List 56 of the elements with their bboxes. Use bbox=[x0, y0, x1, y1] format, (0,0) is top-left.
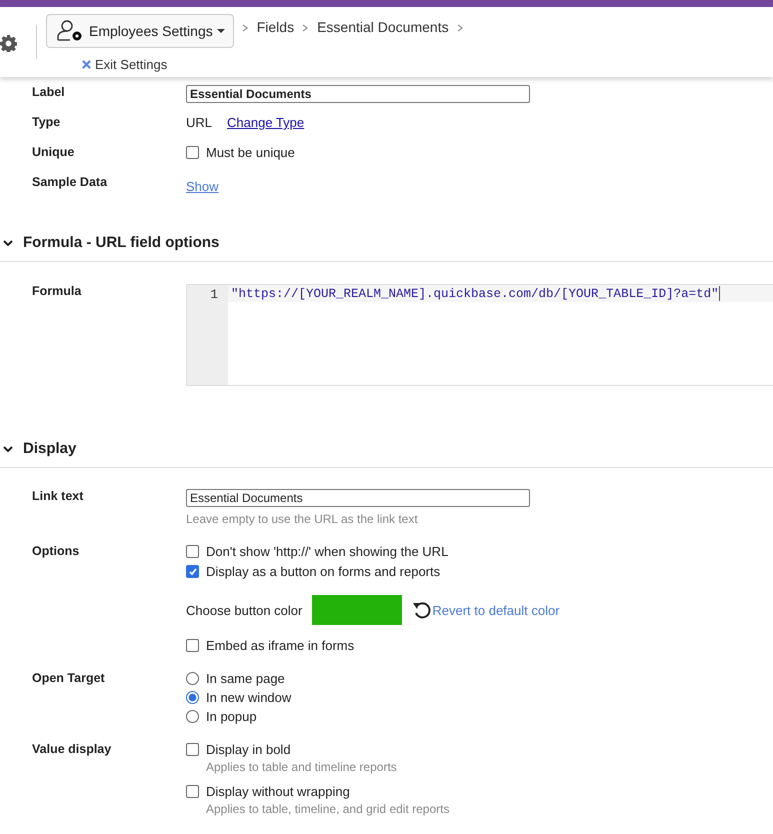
exit-settings-link[interactable]: Exit Settings bbox=[82, 57, 472, 72]
chevron-right-icon bbox=[456, 24, 463, 32]
field-label: Open Target bbox=[31, 671, 106, 685]
section-title: Display bbox=[23, 440, 76, 457]
field-label: Link text bbox=[31, 489, 84, 503]
option-text: In popup bbox=[206, 709, 257, 724]
hint-text: Applies to table and timeline reports bbox=[206, 760, 397, 774]
hint-text: Leave empty to use the URL as the link text bbox=[186, 512, 418, 526]
hint-text: Applies to table, timeline, and grid edit reports bbox=[206, 802, 450, 816]
radio-button[interactable] bbox=[186, 672, 199, 685]
checkbox[interactable] bbox=[186, 545, 199, 558]
option-text: Embed as iframe in forms bbox=[206, 638, 354, 653]
option-text: Don't show 'http://' when showing the URL bbox=[206, 544, 448, 559]
code-line: "https://[YOUR_REALM_NAME].quickbase.com/db/[YOUR_TABLE_ID]?a=td" bbox=[231, 286, 719, 300]
settings-menu-button[interactable]: Employees Settings bbox=[46, 14, 234, 48]
checkbox[interactable] bbox=[186, 785, 199, 798]
field-label: Type bbox=[31, 115, 62, 129]
close-icon bbox=[82, 60, 91, 69]
field-label: Unique bbox=[31, 145, 76, 159]
show-link[interactable]: Show bbox=[186, 179, 219, 194]
undo-icon[interactable] bbox=[412, 600, 432, 620]
chevron-right-icon bbox=[302, 24, 308, 32]
color-label: Choose button color bbox=[186, 602, 302, 618]
option-text: In new window bbox=[206, 690, 292, 705]
field-label: Sample Data bbox=[31, 175, 108, 189]
caret-icon bbox=[216, 29, 225, 33]
field-label: Options bbox=[31, 544, 80, 558]
checkbox[interactable] bbox=[186, 146, 199, 159]
checkbox[interactable] bbox=[186, 565, 199, 578]
field-label: Label bbox=[31, 85, 66, 99]
label-input[interactable]: Essential Documents bbox=[186, 85, 530, 103]
code-editor[interactable]: 1 "https://[YOUR_REALM_NAME].quickbase.com/db/[YOUR_TABLE_ID]?a=td" bbox=[186, 284, 773, 386]
option-text: In same page bbox=[206, 671, 285, 686]
breadcrumb-link[interactable]: Essential Documents bbox=[317, 19, 449, 35]
field-label: Formula bbox=[31, 284, 82, 298]
radio-button[interactable] bbox=[186, 691, 199, 704]
type-value: URL bbox=[186, 115, 212, 130]
breadcrumb-link[interactable]: Fields bbox=[256, 19, 294, 35]
option-text: Display without wrapping bbox=[206, 784, 350, 799]
change-type-link[interactable]: Change Type bbox=[227, 115, 304, 130]
field-label: Value display bbox=[31, 742, 112, 756]
link-text-input[interactable]: Essential Documents bbox=[186, 489, 530, 507]
color-swatch[interactable] bbox=[312, 595, 402, 625]
option-text: Display in bold bbox=[206, 742, 291, 757]
chevron-right-icon bbox=[242, 24, 248, 32]
section-title: Formula - URL field options bbox=[23, 234, 220, 251]
revert-color-link[interactable]: Revert to default color bbox=[432, 602, 560, 618]
option-text: Display as a button on forms and reports bbox=[206, 564, 440, 579]
checkbox[interactable] bbox=[186, 743, 199, 756]
option-text: Must be unique bbox=[206, 145, 295, 160]
settings-icon[interactable] bbox=[0, 35, 17, 52]
line-number: 1 bbox=[209, 286, 219, 302]
radio-button[interactable] bbox=[186, 710, 199, 723]
checkbox[interactable] bbox=[186, 639, 199, 652]
section-header[interactable]: Formula - URL field options bbox=[0, 224, 773, 262]
section-header[interactable]: Display bbox=[0, 430, 773, 468]
